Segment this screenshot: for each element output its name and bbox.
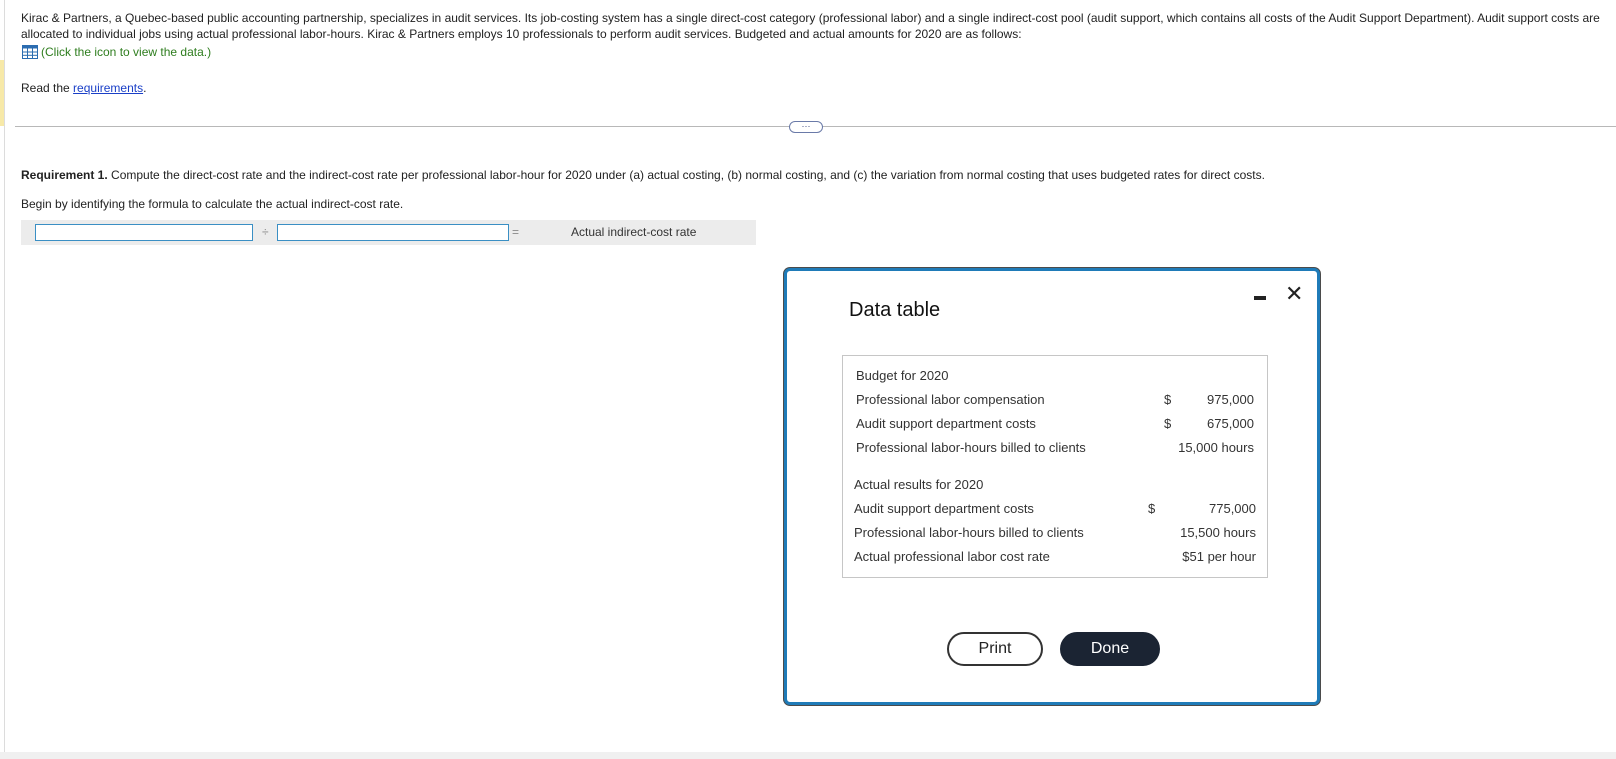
modal-title: Data table: [849, 299, 941, 321]
dollar-sign: $: [1164, 416, 1172, 431]
begin-instruction: Begin by identifying the formula to calc…: [21, 197, 404, 211]
row-label: Professional labor-hours billed to clien…: [854, 525, 1084, 540]
highlight-marker: [0, 60, 4, 126]
table-row: Professional labor compensation $ 975,00…: [843, 392, 1267, 410]
data-table: Budget for 2020 Professional labor compe…: [842, 355, 1268, 578]
row-value: 15,000 hours: [1178, 440, 1254, 455]
requirement-1-text: Compute the direct-cost rate and the ind…: [107, 168, 1265, 182]
read-prefix: Read the: [21, 81, 74, 95]
equals-operator: =: [512, 225, 520, 239]
row-value: 975,000: [1207, 392, 1254, 407]
table-row: Professional labor-hours billed to clien…: [843, 525, 1267, 543]
formula-row: ÷ = Actual indirect-cost rate: [21, 220, 756, 245]
table-row: Audit support department costs $ 775,000: [843, 501, 1267, 519]
print-button[interactable]: Print: [947, 632, 1043, 666]
dollar-sign: $: [1148, 501, 1156, 516]
view-data-label[interactable]: (Click the icon to view the data.): [41, 45, 211, 59]
requirement-1-heading: Requirement 1.: [21, 168, 108, 182]
formula-result-label: Actual indirect-cost rate: [571, 225, 697, 239]
problem-intro: Kirac & Partners, a Quebec-based public …: [21, 11, 1600, 41]
table-row: Audit support department costs $ 675,000: [843, 416, 1267, 434]
expand-button[interactable]: ···: [789, 121, 823, 133]
row-value: 15,500 hours: [1180, 525, 1256, 540]
row-value: $51 per hour: [1182, 549, 1256, 564]
read-suffix: .: [143, 81, 147, 95]
row-value: 775,000: [1209, 501, 1256, 516]
budget-header: Budget for 2020: [856, 368, 949, 383]
divide-operator: ÷: [262, 225, 269, 239]
row-label: Actual professional labor cost rate: [854, 549, 1050, 564]
denominator-input[interactable]: [277, 224, 509, 241]
actual-header: Actual results for 2020: [854, 477, 984, 492]
requirements-link[interactable]: requirements: [73, 81, 143, 95]
data-table-modal: Data table ✕ Budget for 2020 Professiona…: [784, 268, 1320, 705]
minimize-icon[interactable]: [1254, 296, 1266, 300]
bottom-bar: [0, 752, 1616, 759]
read-requirements-line: Read the requirements.: [21, 81, 146, 95]
requirement-1: Requirement 1. Compute the direct-cost r…: [21, 168, 1265, 182]
done-button[interactable]: Done: [1060, 632, 1160, 666]
close-icon[interactable]: ✕: [1285, 283, 1303, 305]
left-border: [4, 0, 5, 759]
row-label: Audit support department costs: [854, 501, 1034, 516]
dollar-sign: $: [1164, 392, 1172, 407]
row-label: Professional labor compensation: [856, 392, 1045, 407]
table-row: Professional labor-hours billed to clien…: [843, 440, 1267, 458]
actual-header-row: Actual results for 2020: [843, 477, 1267, 495]
row-value: 675,000: [1207, 416, 1254, 431]
budget-header-row: Budget for 2020: [843, 368, 1267, 386]
row-label: Professional labor-hours billed to clien…: [856, 440, 1086, 455]
table-row: Actual professional labor cost rate $51 …: [843, 549, 1267, 567]
table-grid-icon[interactable]: [22, 45, 38, 59]
numerator-input[interactable]: [35, 224, 253, 241]
view-data-link[interactable]: (Click the icon to view the data.): [22, 45, 211, 59]
row-label: Audit support department costs: [856, 416, 1036, 431]
